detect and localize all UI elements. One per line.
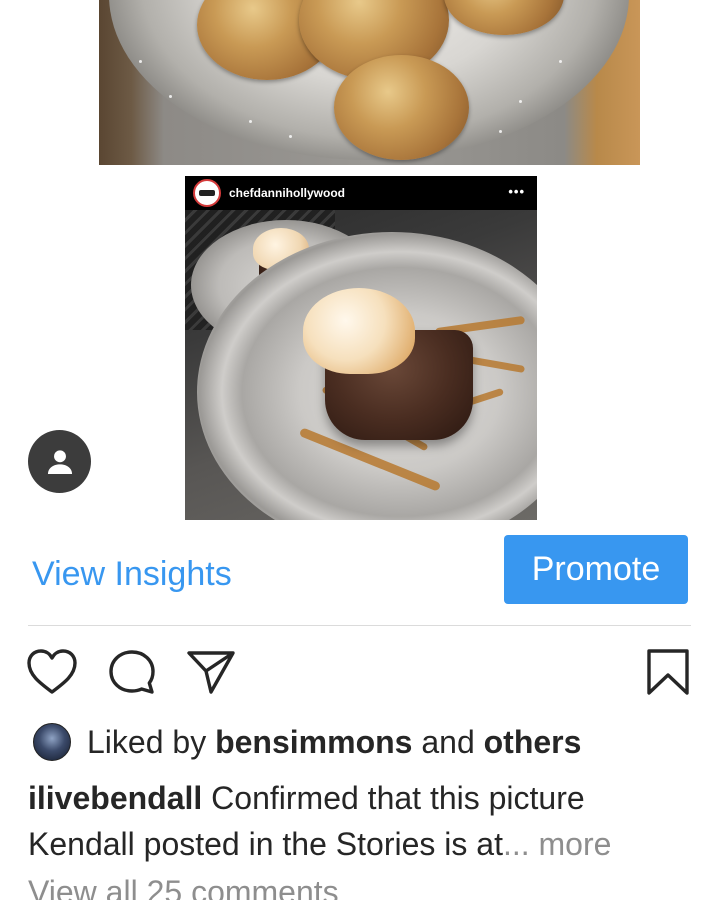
person-icon xyxy=(47,449,72,474)
post-caption: ilivebendall Confirmed that this picture… xyxy=(28,775,698,867)
liker-avatar[interactable] xyxy=(33,723,71,761)
caption-ellipsis: ... xyxy=(502,826,530,862)
likes-summary[interactable]: Liked by bensimmons and others xyxy=(33,722,581,762)
embedded-post-header: chefdannihollywood ••• xyxy=(185,176,537,210)
embedded-avatar xyxy=(193,179,221,207)
bookmark-icon[interactable] xyxy=(644,648,692,696)
fried-dough xyxy=(334,55,469,160)
divider xyxy=(28,625,691,626)
user-tag-icon[interactable] xyxy=(28,430,91,493)
sugar-dust xyxy=(499,130,502,133)
sugar-dust xyxy=(289,135,292,138)
embedded-username: chefdannihollywood xyxy=(229,186,345,200)
fried-dessert-photo xyxy=(99,0,640,165)
sugar-dust xyxy=(169,95,172,98)
caption-more-link[interactable]: more xyxy=(539,826,612,862)
likes-others-link[interactable]: others xyxy=(484,724,582,761)
heart-icon[interactable] xyxy=(26,648,78,696)
caption-text-1: Confirmed that this picture xyxy=(211,780,585,816)
sugar-dust xyxy=(559,60,562,63)
caption-line-2: Kendall posted in the Stories is at... m… xyxy=(28,821,698,867)
caption-line-1: ilivebendall Confirmed that this picture xyxy=(28,775,698,821)
sugar-dust xyxy=(519,100,522,103)
view-all-comments-link[interactable]: View all 25 comments xyxy=(28,872,339,900)
likes-joiner: and xyxy=(421,723,475,760)
comment-icon[interactable] xyxy=(107,648,157,696)
promote-button[interactable]: Promote xyxy=(504,535,688,604)
liker-username[interactable]: bensimmons xyxy=(215,724,412,761)
view-insights-link[interactable]: View Insights xyxy=(32,553,232,595)
front-ice-cream xyxy=(303,288,415,374)
likes-prefix: Liked by xyxy=(87,723,207,760)
caption-text-2: Kendall posted in the Stories is at xyxy=(28,826,503,862)
embedded-post-screenshot: chefdannihollywood ••• xyxy=(185,176,537,520)
send-icon[interactable] xyxy=(186,648,236,696)
post-media[interactable]: chefdannihollywood ••• xyxy=(0,0,720,520)
sugar-dust xyxy=(139,60,142,63)
lava-cake-photo xyxy=(185,210,537,520)
caption-username[interactable]: ilivebendall xyxy=(28,780,202,816)
more-dots-icon: ••• xyxy=(508,184,525,199)
sugar-dust xyxy=(249,120,252,123)
